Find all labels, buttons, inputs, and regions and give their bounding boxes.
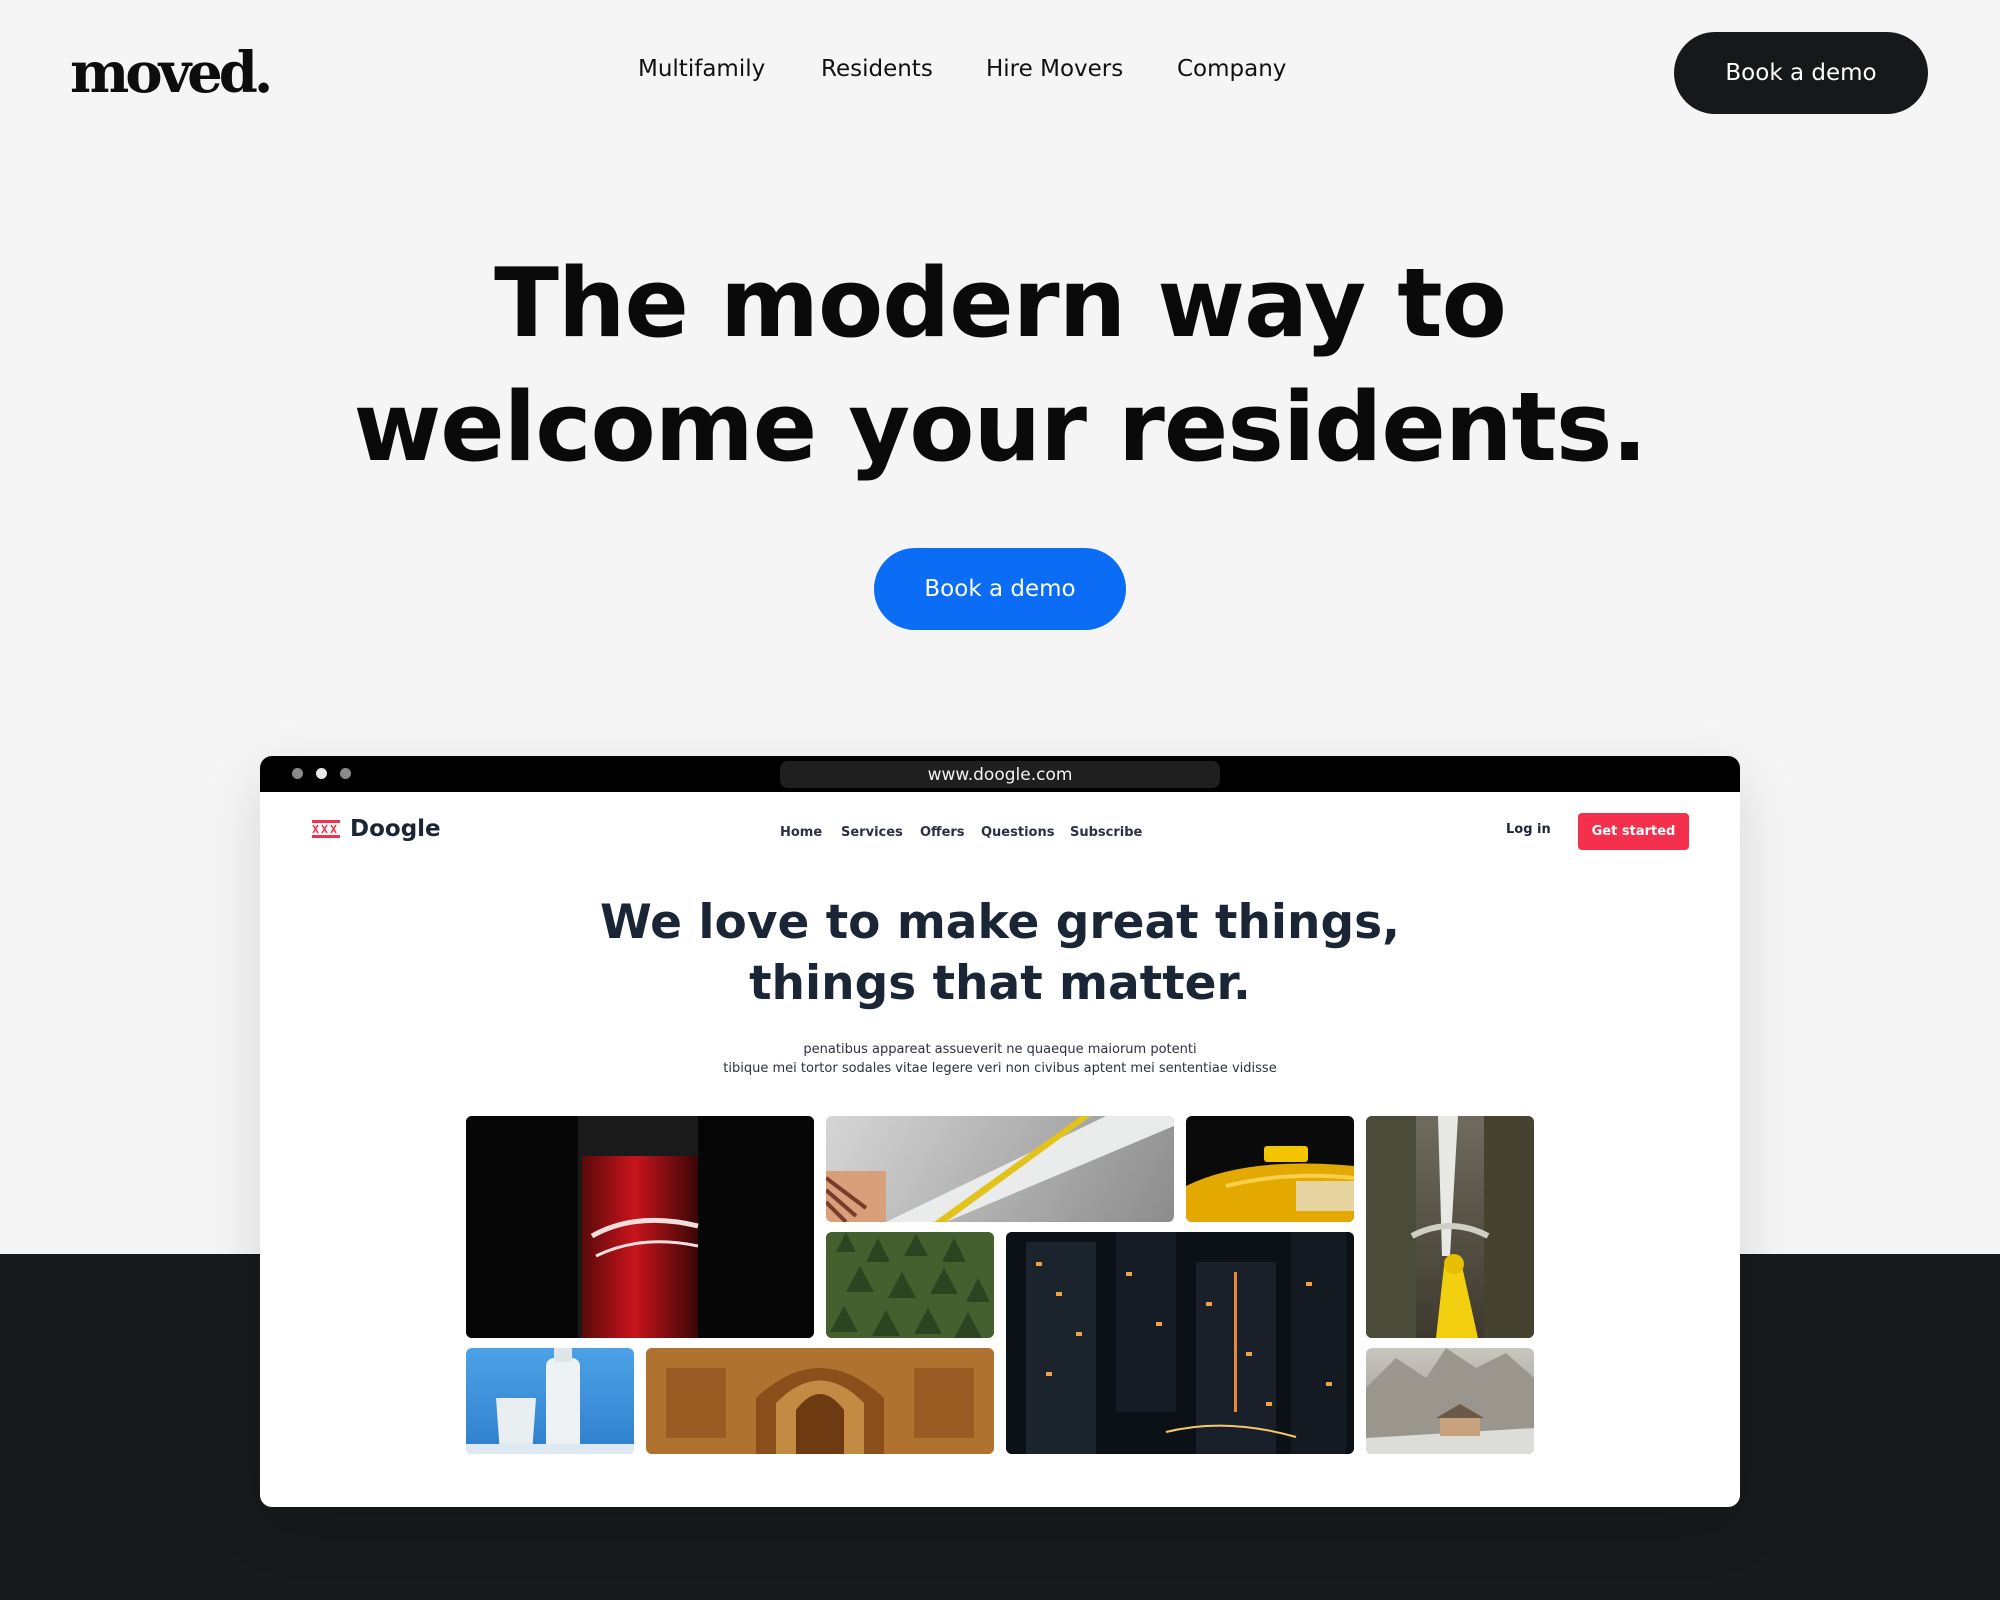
doogle-title-line-1: We love to make great things, xyxy=(600,895,1400,950)
doogle-nav-home[interactable]: Home xyxy=(780,825,822,840)
doogle-logo[interactable]: Doogle xyxy=(312,816,441,842)
nav-item-company[interactable]: Company xyxy=(1177,56,1286,82)
mountain-cabin-image xyxy=(1366,1348,1534,1454)
window-dot-icon xyxy=(316,768,327,779)
url-bar[interactable]: www.doogle.com xyxy=(780,761,1220,788)
doogle-nav-questions[interactable]: Questions xyxy=(981,825,1054,840)
doogle-nav-subscribe[interactable]: Subscribe xyxy=(1070,825,1142,840)
surfboard-image xyxy=(826,1116,1174,1222)
doogle-subtitle-line-1: penatibus appareat assueverit ne quaeque… xyxy=(803,1042,1197,1057)
taxi-image xyxy=(1186,1116,1354,1222)
window-dot-icon xyxy=(340,768,351,779)
cola-can-image xyxy=(466,1116,814,1338)
hero-title-line-1: The modern way to xyxy=(494,249,1507,359)
browser-mockup: www.doogle.com Doogle Home Services Offe… xyxy=(260,756,1740,1507)
doogle-nav-offers[interactable]: Offers xyxy=(920,825,965,840)
doogle-subtitle-line-2: tibique mei tortor sodales vitae legere … xyxy=(723,1061,1277,1076)
hero-book-demo-button[interactable]: Book a demo xyxy=(874,548,1126,630)
window-dot-icon xyxy=(292,768,303,779)
nav-item-residents[interactable]: Residents xyxy=(821,56,933,82)
doogle-subtitle: penatibus appareat assueverit ne quaeque… xyxy=(260,1040,1740,1078)
doogle-title-line-2: things that matter. xyxy=(749,956,1251,1011)
hero-title: The modern way to welcome your residents… xyxy=(0,242,2000,490)
waterfall-image xyxy=(1366,1116,1534,1338)
nav-item-hire-movers[interactable]: Hire Movers xyxy=(986,56,1123,82)
doogle-login-link[interactable]: Log in xyxy=(1506,822,1551,837)
doogle-logo-icon xyxy=(312,820,340,838)
doogle-nav-services[interactable]: Services xyxy=(841,825,903,840)
doogle-hero-title: We love to make great things, things tha… xyxy=(260,892,1740,1014)
arched-doorway-image xyxy=(646,1348,994,1454)
header-book-demo-button[interactable]: Book a demo xyxy=(1674,32,1928,114)
doogle-get-started-button[interactable]: Get started xyxy=(1578,813,1689,850)
nav-item-multifamily[interactable]: Multifamily xyxy=(638,56,765,82)
forest-image xyxy=(826,1232,994,1338)
city-night-image xyxy=(1006,1232,1354,1454)
milk-bottle-image xyxy=(466,1348,634,1454)
doogle-logo-text: Doogle xyxy=(350,816,441,842)
hero-title-line-2: welcome your residents. xyxy=(353,373,1647,483)
browser-title-bar: www.doogle.com xyxy=(260,756,1740,792)
